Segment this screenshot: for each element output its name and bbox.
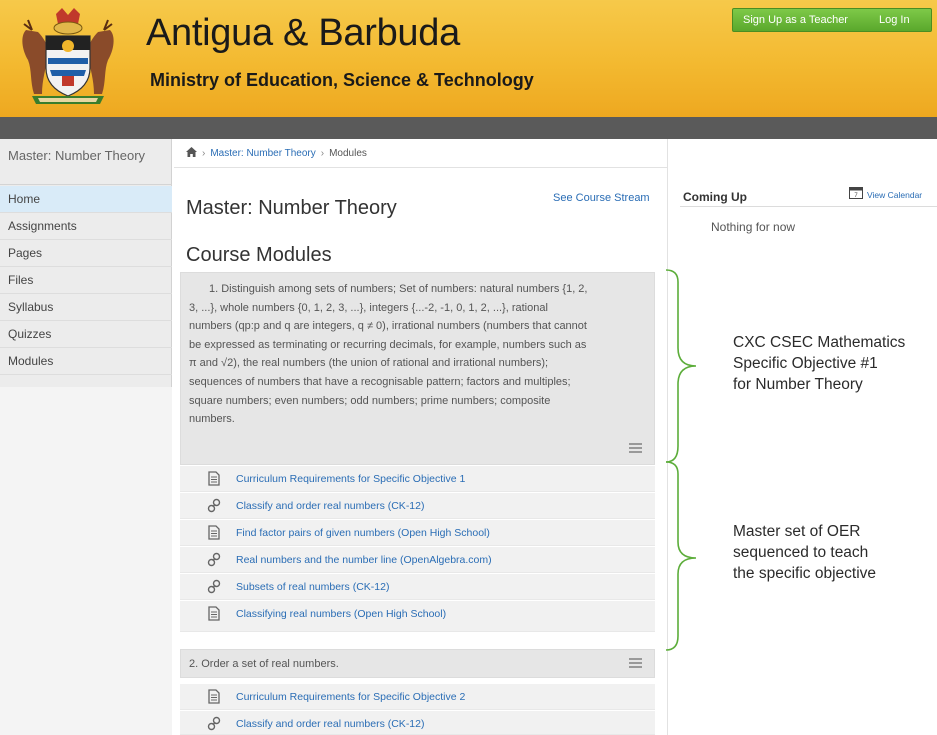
module-item-link[interactable]: Curriculum Requirements for Specific Obj… (236, 473, 465, 485)
module-item[interactable]: Subsets of real numbers (CK-12) (180, 574, 655, 600)
module-item[interactable]: Curriculum Requirements for Specific Obj… (180, 466, 655, 492)
module-item-link[interactable]: Real numbers and the number line (OpenAl… (236, 554, 492, 566)
sidebar-item-syllabus[interactable]: Syllabus (0, 294, 172, 321)
module-header[interactable]: 1. Distinguish among sets of numbers; Se… (180, 272, 655, 465)
account-links-bar: Sign Up as a Teacher Log In (732, 8, 932, 32)
breadcrumb-current: Modules (329, 148, 367, 159)
coming-up-divider (680, 206, 937, 207)
module-item[interactable]: Real numbers and the number line (OpenAl… (180, 547, 655, 573)
course-sidebar: Master: Number Theory Home Assignments P… (0, 139, 172, 735)
module-description: 2. Order a set of real numbers. (189, 658, 339, 670)
drag-handle-icon[interactable] (629, 443, 642, 455)
sidebar-item-quizzes[interactable]: Quizzes (0, 321, 172, 348)
sidebar-empty-area (0, 387, 172, 735)
login-link[interactable]: Log In (879, 9, 910, 31)
link-icon (207, 552, 221, 567)
document-icon (208, 525, 220, 540)
breadcrumb-course-link[interactable]: Master: Number Theory (210, 148, 315, 159)
link-icon (207, 716, 221, 731)
module-item-link[interactable]: Classify and order real numbers (CK-12) (236, 500, 425, 512)
see-course-stream-link[interactable]: See Course Stream (553, 192, 650, 204)
annotation-bracket (665, 269, 697, 651)
sidebar-course-name[interactable]: Master: Number Theory (0, 141, 172, 185)
module-item[interactable]: Classify and order real numbers (CK-12) (180, 493, 655, 519)
module-item[interactable]: Classify and order real numbers (CK-12) (180, 711, 655, 735)
right-sidebar (668, 139, 937, 735)
breadcrumb: › Master: Number Theory › Modules (186, 147, 367, 159)
drag-handle-icon[interactable] (629, 658, 642, 670)
global-nav-bar (0, 117, 937, 139)
link-icon (207, 579, 221, 594)
sidebar-item-pages[interactable]: Pages (0, 240, 172, 267)
module-description: 1. Distinguish among sets of numbers; Se… (189, 283, 588, 426)
page-title: Master: Number Theory (186, 197, 397, 219)
module-header[interactable]: 2. Order a set of real numbers. (180, 649, 655, 678)
document-icon (208, 471, 220, 486)
breadcrumb-divider (174, 167, 668, 168)
document-icon (208, 689, 220, 704)
sidebar-item-modules[interactable]: Modules (0, 348, 172, 375)
view-calendar-link[interactable]: View Calendar (867, 190, 922, 200)
module-item-link[interactable]: Classify and order real numbers (CK-12) (236, 718, 425, 730)
module-item-link[interactable]: Subsets of real numbers (CK-12) (236, 581, 389, 593)
module-item-link[interactable]: Find factor pairs of given numbers (Open… (236, 527, 490, 539)
document-icon (208, 606, 220, 621)
coming-up-empty-text: Nothing for now (711, 220, 796, 234)
coming-up-heading: Coming Up (683, 190, 747, 204)
sidebar-item-files[interactable]: Files (0, 267, 172, 294)
calendar-icon[interactable]: 7 (849, 186, 863, 199)
site-subtitle: Ministry of Education, Science & Technol… (150, 70, 534, 90)
sidebar-item-home[interactable]: Home (0, 186, 172, 213)
sidebar-item-assignments[interactable]: Assignments (0, 213, 172, 240)
site-title: Antigua & Barbuda (146, 12, 460, 54)
signup-teacher-link[interactable]: Sign Up as a Teacher (743, 9, 848, 31)
module-item-link[interactable]: Classifying real numbers (Open High Scho… (236, 608, 446, 620)
site-header: Antigua & Barbuda Ministry of Education,… (0, 0, 937, 117)
coat-of-arms-logo (22, 8, 114, 104)
link-icon (207, 498, 221, 513)
module-item[interactable]: Find factor pairs of given numbers (Open… (180, 520, 655, 546)
home-icon[interactable] (186, 147, 197, 157)
module-item[interactable]: Classifying real numbers (Open High Scho… (180, 601, 655, 632)
module-item-link[interactable]: Curriculum Requirements for Specific Obj… (236, 691, 465, 703)
objective-annotation: CXC CSEC Mathematics Specific Objective … (733, 334, 906, 393)
module-item[interactable]: Curriculum Requirements for Specific Obj… (180, 684, 655, 710)
oer-annotation: Master set of OER sequenced to teach the… (733, 523, 877, 582)
modules-heading: Course Modules (186, 244, 332, 266)
